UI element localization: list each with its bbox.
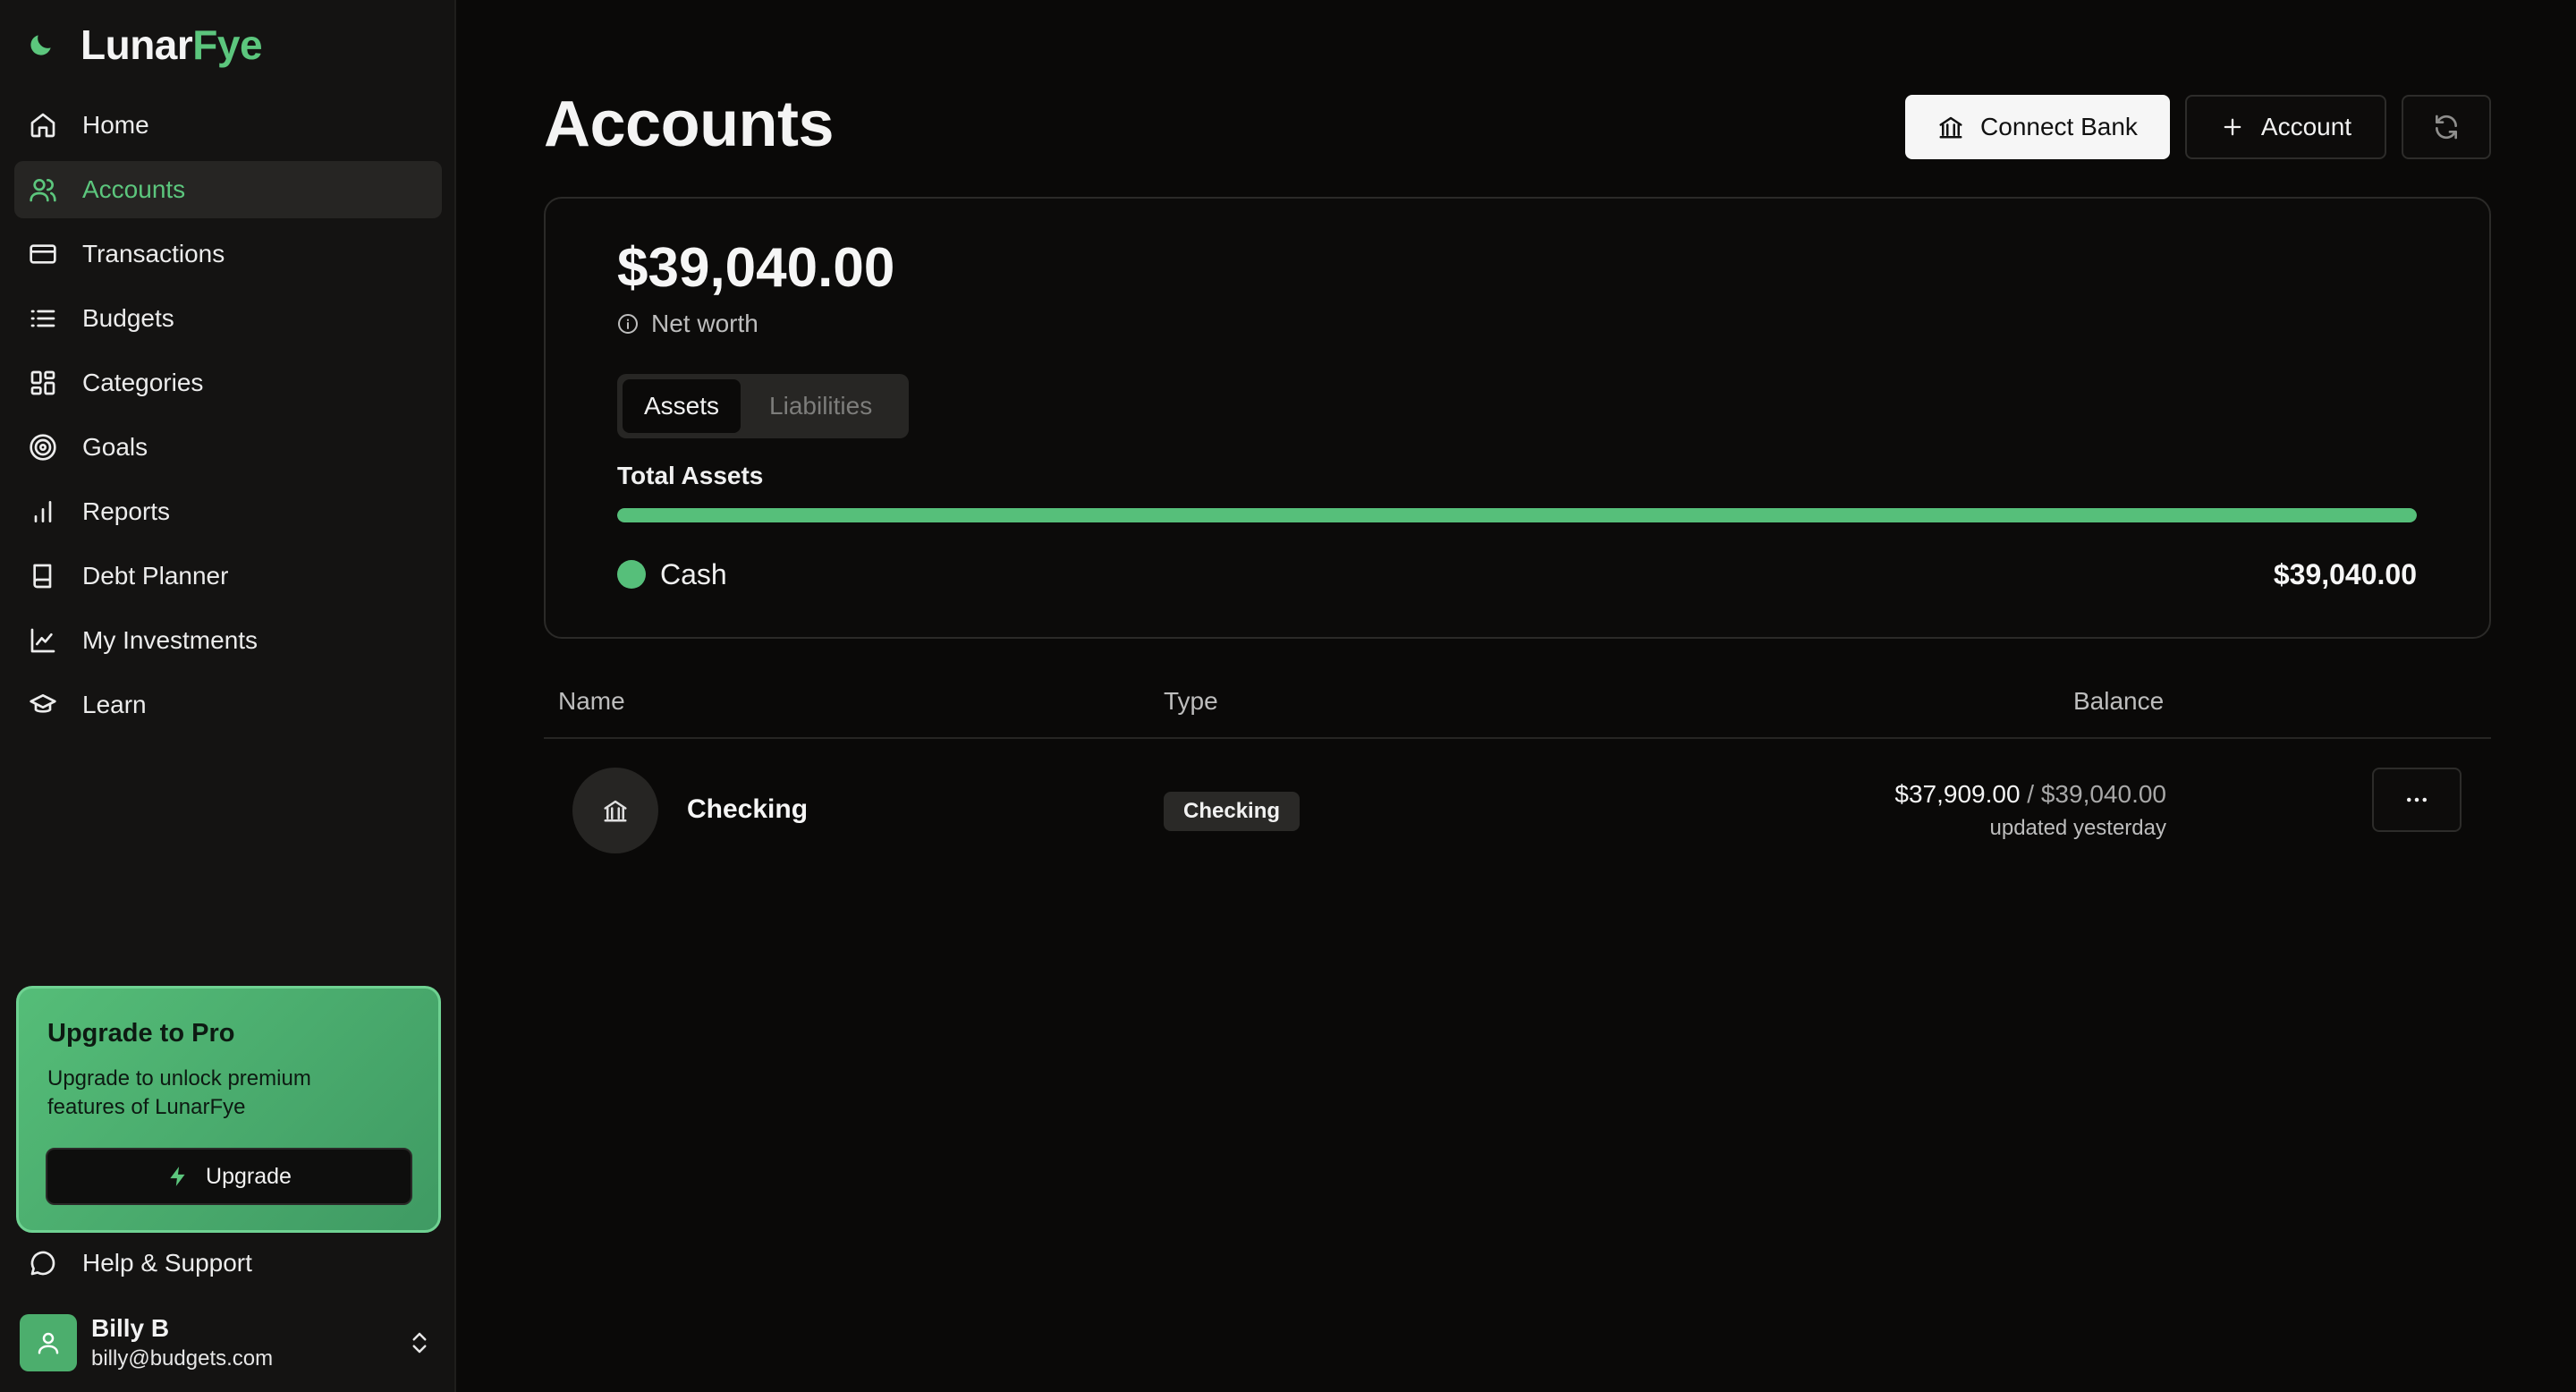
- user-icon: [35, 1329, 62, 1356]
- sidebar-item-transactions[interactable]: Transactions: [14, 225, 442, 283]
- net-worth-label-text: Net worth: [651, 310, 758, 337]
- table-header-divider: [544, 737, 2491, 739]
- sidebar-nav: Home Accounts Transactions Budgets Categ…: [14, 97, 442, 741]
- users-icon: [29, 175, 57, 204]
- upgrade-text: Upgrade to unlock premium features of Lu…: [47, 1066, 311, 1119]
- sidebar-item-reports[interactable]: Reports: [14, 483, 442, 540]
- tab-assets[interactable]: Assets: [623, 379, 741, 433]
- net-worth-card: $39,040.00 Net worth Assets Liabilities …: [544, 197, 2491, 639]
- balance-line: $37,909.00 / $39,040.00: [1894, 780, 2166, 809]
- legend-label: Cash: [660, 557, 727, 590]
- assets-liabilities-toggle: Assets Liabilities: [617, 374, 909, 438]
- assets-bar-cash-fill: [617, 508, 2417, 522]
- sidebar-item-label: Debt Planner: [82, 562, 229, 590]
- sidebar-item-categories[interactable]: Categories: [14, 354, 442, 412]
- target-icon: [29, 433, 57, 462]
- refresh-icon: [2432, 113, 2461, 141]
- message-circle-icon: [29, 1249, 57, 1277]
- list-icon: [29, 304, 57, 333]
- credit-card-icon: [29, 240, 57, 268]
- user-name: Billy B: [91, 1314, 170, 1342]
- connect-bank-label: Connect Bank: [1980, 113, 2138, 140]
- sidebar: LunarFye Home Accounts Transactions Budg…: [0, 0, 456, 1392]
- total-assets-label: Total Assets: [617, 462, 764, 489]
- balance-separator: /: [2020, 780, 2041, 808]
- sidebar-item-label: My Investments: [82, 626, 258, 654]
- bar-chart-icon: [29, 497, 57, 526]
- sidebar-item-label: Budgets: [82, 304, 174, 332]
- user-info: Billy B billy@budgets.com: [91, 1314, 392, 1371]
- avatar: [20, 1314, 77, 1371]
- assets-bar: [617, 508, 2417, 522]
- balance-current: $37,909.00: [1894, 780, 2021, 808]
- column-header-balance[interactable]: Balance: [2073, 687, 2164, 716]
- refresh-button[interactable]: [2402, 95, 2491, 159]
- help-support-link[interactable]: Help & Support: [29, 1249, 252, 1277]
- connect-bank-button[interactable]: Connect Bank: [1905, 95, 2170, 159]
- bank-icon: [1937, 114, 1964, 140]
- legend-dot: [617, 560, 646, 589]
- plus-icon: [2220, 115, 2245, 140]
- graduation-cap-icon: [29, 691, 57, 719]
- sidebar-item-label: Home: [82, 111, 149, 139]
- sidebar-item-home[interactable]: Home: [14, 97, 442, 154]
- tab-liabilities[interactable]: Liabilities: [748, 379, 894, 433]
- sidebar-item-goals[interactable]: Goals: [14, 419, 442, 476]
- brand-name: LunarFye: [80, 21, 263, 68]
- row-actions-button[interactable]: [2372, 768, 2462, 832]
- upgrade-button[interactable]: Upgrade: [46, 1148, 412, 1205]
- add-account-label: Account: [2260, 113, 2352, 140]
- grid-icon: [29, 369, 57, 397]
- sidebar-item-label: Reports: [82, 497, 171, 525]
- assets-legend: Cash $39,040.00: [617, 556, 2417, 592]
- account-balance: $37,909.00 / $39,040.00 updated yesterda…: [1894, 780, 2166, 841]
- sidebar-item-label: Transactions: [82, 240, 225, 267]
- sidebar-item-label: Categories: [82, 369, 204, 396]
- lightning-icon: [166, 1165, 190, 1188]
- net-worth-label: Net worth: [617, 310, 758, 338]
- sidebar-item-label: Goals: [82, 433, 148, 461]
- legend-value: $39,040.00: [2273, 557, 2417, 590]
- brand[interactable]: LunarFye: [27, 20, 263, 70]
- balance-updated: updated yesterday: [1989, 816, 2166, 840]
- column-header-name[interactable]: Name: [558, 687, 625, 716]
- sidebar-item-budgets[interactable]: Budgets: [14, 290, 442, 347]
- upgrade-button-label: Upgrade: [206, 1163, 292, 1189]
- page-title: Accounts: [544, 89, 835, 160]
- user-email: billy@budgets.com: [91, 1346, 274, 1371]
- sidebar-item-my-investments[interactable]: My Investments: [14, 612, 442, 669]
- column-header-type[interactable]: Type: [1164, 687, 1218, 716]
- chevrons-up-down-icon: [406, 1329, 433, 1356]
- account-name: Checking: [687, 794, 809, 824]
- more-horizontal-icon: [2403, 786, 2430, 813]
- home-icon: [29, 111, 57, 140]
- user-menu[interactable]: Billy B billy@budgets.com: [20, 1311, 433, 1374]
- help-support-label: Help & Support: [82, 1249, 252, 1277]
- line-chart-icon: [29, 626, 57, 655]
- add-account-button[interactable]: Account: [2185, 95, 2386, 159]
- legend-item-cash: Cash: [617, 558, 727, 591]
- upgrade-title: Upgrade to Pro: [47, 1019, 235, 1048]
- sidebar-item-label: Learn: [82, 691, 147, 718]
- moon-icon: [27, 30, 55, 59]
- bank-icon: [602, 797, 629, 824]
- sidebar-item-label: Accounts: [82, 175, 186, 203]
- balance-limit: $39,040.00: [2040, 780, 2166, 808]
- sidebar-item-debt-planner[interactable]: Debt Planner: [14, 547, 442, 605]
- net-worth-value: $39,040.00: [617, 237, 895, 299]
- upgrade-card: Upgrade to Pro Upgrade to unlock premium…: [16, 986, 441, 1233]
- info-icon: [617, 313, 639, 335]
- account-type-badge: Checking: [1164, 792, 1301, 831]
- sidebar-item-learn[interactable]: Learn: [14, 676, 442, 734]
- account-avatar: [572, 768, 658, 853]
- book-icon: [29, 562, 57, 590]
- sidebar-item-accounts[interactable]: Accounts: [14, 161, 442, 218]
